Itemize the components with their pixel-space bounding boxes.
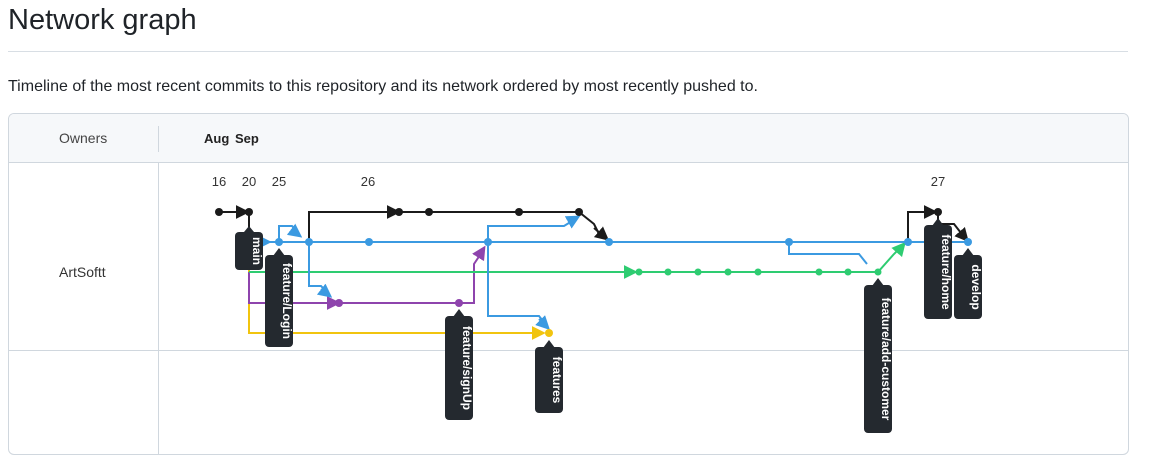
commit-dot[interactable] [455,299,463,307]
commit-dot[interactable] [635,268,643,276]
signup-merge-arrow [472,245,486,262]
commit-dot[interactable] [305,238,313,246]
branch-label-main[interactable]: main [235,226,264,270]
commit-dot[interactable] [754,268,762,276]
commit-dot[interactable] [815,268,823,276]
commit-dot[interactable] [694,268,702,276]
commit-dot[interactable] [904,238,912,246]
features-branch-loop [487,242,548,327]
commit-dot[interactable] [395,208,403,216]
commit-dot[interactable] [515,208,523,216]
commit-dot[interactable] [964,238,972,246]
day-label-27: 27 [931,174,945,189]
day-label-16: 16 [212,174,226,189]
branch-label-text: feature/add-customer [879,298,893,421]
day-label-20: 20 [242,174,256,189]
page-title: Network graph [8,4,197,36]
commit-graph[interactable]: 16 20 25 26 27 main feature/Login featur… [9,114,1128,454]
add-customer-branch-loop [788,242,868,265]
signup-branch-loop [308,242,330,295]
add-customer-merge-arrow [891,241,906,258]
branch-label-feature-add-customer[interactable]: feature/add-customer [864,278,893,433]
commit-dot[interactable] [484,238,492,246]
branch-label-feature-signup[interactable]: feature/signUp [445,309,474,420]
commit-dot[interactable] [664,268,672,276]
branch-label-text: feature/home [939,234,953,310]
commit-dot[interactable] [335,299,343,307]
commit-dot[interactable] [605,238,613,246]
commit-dot[interactable] [215,208,223,216]
main-merge-down-arrow [593,226,610,241]
commit-dot[interactable] [724,268,732,276]
commit-dot[interactable] [365,238,373,246]
main-merge-loop [487,217,578,242]
branch-label-develop[interactable]: develop [954,248,983,319]
commit-dot[interactable] [874,268,882,276]
commit-dot[interactable] [545,329,553,337]
branch-label-feature-login[interactable]: feature/Login [265,248,294,347]
commit-dot[interactable] [245,208,253,216]
branch-label-text: main [250,237,264,265]
branch-label-text: features [550,357,564,404]
branch-label-text: feature/Login [280,263,294,339]
commit-dot[interactable] [844,268,852,276]
title-divider [8,51,1128,52]
day-label-26: 26 [361,174,375,189]
day-label-25: 25 [272,174,286,189]
branch-label-feature-home[interactable]: feature/home [924,218,953,319]
page-description: Timeline of the most recent commits to t… [8,78,758,95]
commit-dot[interactable] [785,238,793,246]
branch-label-features[interactable]: features [535,340,564,413]
branch-label-text: develop [969,264,983,309]
network-graph-panel[interactable]: Owners Aug Sep ArtSoftt 16 20 25 26 27 m… [8,113,1129,455]
branch-label-text: feature/signUp [460,326,474,410]
commit-dot[interactable] [425,208,433,216]
commit-dot[interactable] [934,208,942,216]
commit-dot[interactable] [275,238,283,246]
branch-line-feature-add-customer [249,243,905,273]
commit-dot[interactable] [575,208,583,216]
